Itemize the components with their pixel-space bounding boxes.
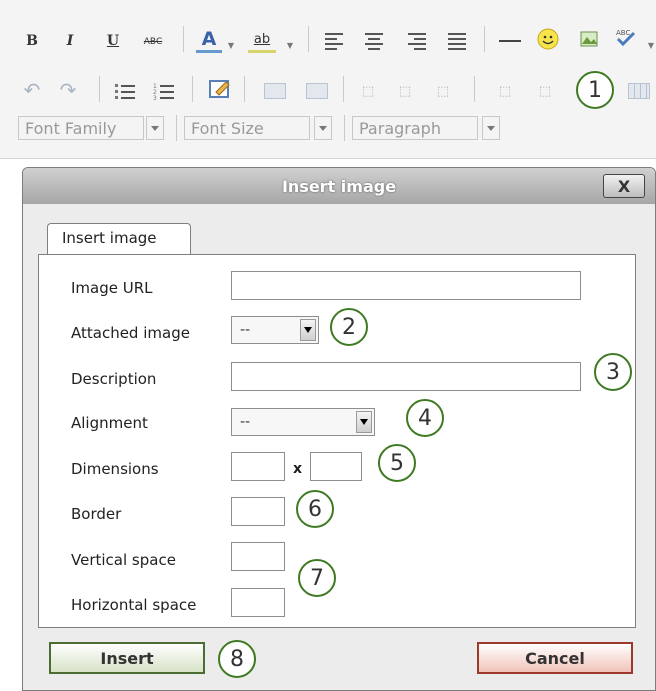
cancel-button[interactable]: Cancel xyxy=(477,642,633,674)
toolbar-separator xyxy=(343,76,344,102)
callout-4: 4 xyxy=(406,399,444,437)
bullet-list-icon[interactable] xyxy=(113,80,137,102)
table-row-icon[interactable] xyxy=(263,80,287,102)
align-right-icon[interactable] xyxy=(405,30,429,52)
table-cell-icon[interactable] xyxy=(305,80,329,102)
toolbar-separator xyxy=(192,76,193,102)
toolbar-separator xyxy=(474,76,475,102)
editor-toolbar: B I U ABC A ▼ ab ▼ ABC ▼ ↶ ↷ 123 ⬚ ⬚ ⬚ ⬚… xyxy=(0,0,656,159)
highlight-button[interactable]: ab xyxy=(248,28,276,53)
insert-image-panel: Image URL Attached image -- Description … xyxy=(38,254,636,628)
svg-text:3: 3 xyxy=(153,95,157,100)
undo-icon[interactable]: ↶ xyxy=(20,78,44,102)
alignment-label: Alignment xyxy=(71,414,148,432)
attached-image-value: -- xyxy=(240,322,251,338)
toolbar-separator xyxy=(308,26,309,52)
redo-icon[interactable]: ↷ xyxy=(56,78,80,102)
dialog-title: Insert image xyxy=(281,177,397,196)
callout-2: 2 xyxy=(330,308,368,346)
spellcheck-dropdown-icon[interactable]: ▼ xyxy=(646,34,656,56)
font-size-label: Font Size xyxy=(191,118,264,138)
horizontal-rule-icon[interactable] xyxy=(497,30,523,52)
underline-button[interactable]: U xyxy=(103,30,123,52)
insert-image-dialog: Insert image X Insert image Image URL At… xyxy=(22,167,656,691)
toolbar-separator xyxy=(244,76,245,102)
font-color-dropdown-icon[interactable]: ▼ xyxy=(226,34,236,56)
callout-3: 3 xyxy=(594,353,632,391)
image-url-label: Image URL xyxy=(71,279,153,297)
toolbar-separator xyxy=(344,115,345,141)
table-icon[interactable] xyxy=(626,80,652,102)
callout-1: 1 xyxy=(576,71,614,109)
description-label: Description xyxy=(71,370,157,388)
align-justify-icon[interactable] xyxy=(445,30,469,52)
paragraph-dropdown-icon[interactable] xyxy=(482,116,500,140)
strikethrough-button[interactable]: ABC xyxy=(138,31,168,53)
insert-row-before-icon[interactable]: ⬚ xyxy=(355,80,381,102)
attached-image-dropdown-icon[interactable] xyxy=(300,319,316,341)
insert-col-before-icon[interactable]: ⬚ xyxy=(492,80,518,102)
font-family-label: Font Family xyxy=(25,118,117,138)
vertical-space-input[interactable] xyxy=(231,542,285,571)
font-size-dropdown-icon[interactable] xyxy=(314,116,332,140)
alignment-dropdown-icon[interactable] xyxy=(356,411,372,433)
paragraph-select[interactable]: Paragraph xyxy=(352,116,478,140)
image-url-input[interactable] xyxy=(231,271,581,300)
spellcheck-icon[interactable]: ABC xyxy=(614,26,638,48)
toolbar-separator xyxy=(183,26,184,52)
callout-7: 7 xyxy=(298,559,336,597)
align-center-icon[interactable] xyxy=(362,30,386,52)
font-family-dropdown-icon[interactable] xyxy=(146,116,164,140)
horizontal-space-input[interactable] xyxy=(231,588,285,617)
edit-source-icon[interactable] xyxy=(206,78,234,100)
svg-text:ABC: ABC xyxy=(616,29,630,37)
tab-insert-image[interactable]: Insert image xyxy=(47,223,191,255)
width-input[interactable] xyxy=(231,452,285,481)
dialog-titlebar[interactable]: Insert image X xyxy=(23,168,655,204)
dimensions-label: Dimensions xyxy=(71,460,159,478)
border-label: Border xyxy=(71,505,122,523)
alignment-value: -- xyxy=(240,414,251,430)
font-family-select[interactable]: Font Family xyxy=(18,116,144,140)
callout-5: 5 xyxy=(378,444,416,482)
image-icon[interactable] xyxy=(578,28,600,50)
horizontal-space-label: Horizontal space xyxy=(71,596,197,614)
border-input[interactable] xyxy=(231,497,285,526)
toolbar-separator xyxy=(176,115,177,141)
vertical-space-label: Vertical space xyxy=(71,551,176,569)
paragraph-label: Paragraph xyxy=(359,118,441,138)
align-left-icon[interactable] xyxy=(322,30,346,52)
toolbar-separator xyxy=(99,76,100,102)
font-color-button[interactable]: A xyxy=(196,28,222,53)
attached-image-label: Attached image xyxy=(71,324,190,342)
description-input[interactable] xyxy=(231,362,581,391)
highlight-dropdown-icon[interactable]: ▼ xyxy=(285,34,295,56)
callout-8: 8 xyxy=(218,640,256,678)
emoticon-icon[interactable] xyxy=(535,28,561,50)
callout-6: 6 xyxy=(296,490,334,528)
font-size-select[interactable]: Font Size xyxy=(184,116,310,140)
delete-row-icon[interactable]: ⬚ xyxy=(430,80,456,102)
insert-button[interactable]: Insert xyxy=(49,642,205,674)
close-button[interactable]: X xyxy=(603,174,645,198)
numbered-list-icon[interactable]: 123 xyxy=(152,80,176,102)
insert-row-after-icon[interactable]: ⬚ xyxy=(392,80,418,102)
toolbar-separator xyxy=(484,26,485,52)
italic-button[interactable]: I xyxy=(60,30,80,52)
attached-image-select[interactable]: -- xyxy=(231,316,319,344)
height-input[interactable] xyxy=(310,452,362,481)
dimensions-separator: x xyxy=(293,461,303,477)
bold-button[interactable]: B xyxy=(22,30,42,52)
insert-col-after-icon[interactable]: ⬚ xyxy=(532,80,558,102)
alignment-select[interactable]: -- xyxy=(231,408,375,436)
